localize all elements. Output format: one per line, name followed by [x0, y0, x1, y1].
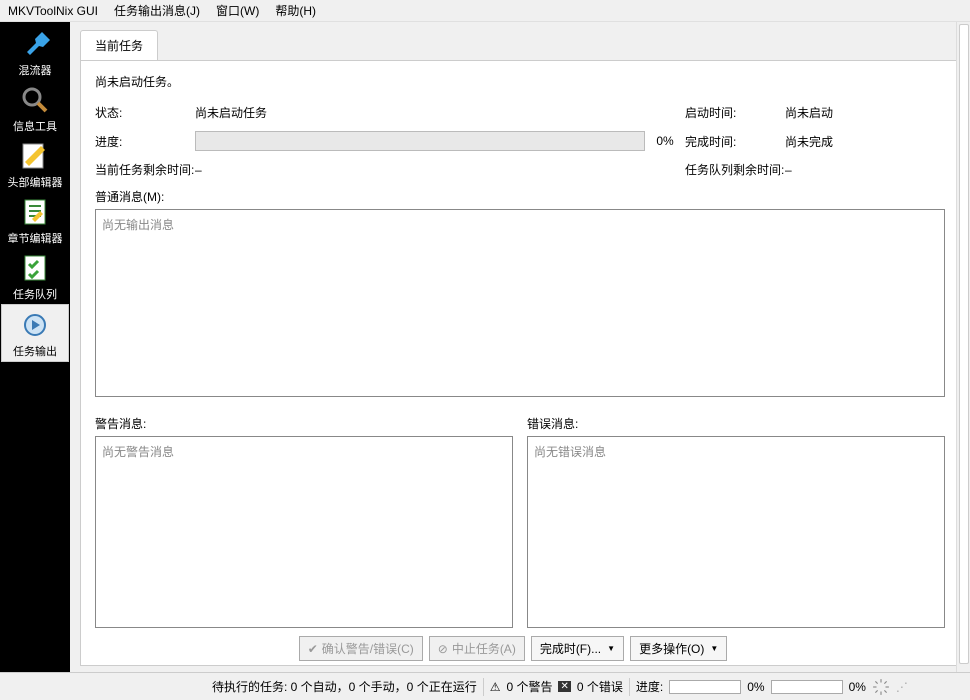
no-task-message: 尚未启动任务。 [95, 73, 945, 90]
warn-msg-box[interactable]: 尚无警告消息 [95, 436, 513, 628]
sidebar: 混流器 信息工具 头部编辑器 章节编辑器 任务队列 任务输出 [0, 22, 70, 672]
menu-help[interactable]: 帮助(H) [275, 2, 316, 19]
sidebar-item-job-output[interactable]: 任务输出 [1, 304, 69, 362]
sidebar-item-label: 混流器 [19, 62, 52, 78]
tab-body: 尚未启动任务。 状态: 尚未启动任务 启动时间: 尚未启动 进度: 0% 完成时… [80, 60, 960, 666]
tab-current-job[interactable]: 当前任务 [80, 30, 158, 60]
wrench-icon [19, 28, 51, 60]
menu-app[interactable]: MKVToolNix GUI [8, 4, 98, 18]
status-progress-bar-2 [771, 680, 843, 694]
menu-window[interactable]: 窗口(W) [216, 2, 259, 19]
queue-remain-label: 任务队列剩余时间: [685, 161, 785, 178]
status-progress-label: 进度: [636, 678, 663, 695]
warning-icon: ⚠ [490, 680, 501, 694]
progress-label: 进度: [95, 133, 195, 150]
scrollbar-thumb[interactable] [959, 24, 969, 664]
status-warnings: 0 个警告 [506, 678, 552, 695]
ack-warnings-button: ✔ 确认警告/错误(C) [299, 636, 423, 661]
spinner-icon [872, 678, 890, 696]
vertical-scrollbar[interactable] [956, 22, 970, 672]
queue-remain-value: – [785, 163, 885, 177]
resize-grip-icon[interactable]: ⋰ [896, 680, 908, 694]
chevron-down-icon: ▼ [607, 644, 615, 653]
on-finish-button[interactable]: 完成时(F)...▼ [531, 636, 624, 661]
sidebar-item-label: 任务输出 [13, 343, 57, 359]
normal-msg-label: 普通消息(M): [95, 188, 945, 205]
progress-bar [195, 131, 645, 151]
sidebar-item-label: 章节编辑器 [8, 230, 63, 246]
sidebar-item-label: 头部编辑器 [8, 174, 63, 190]
menu-job-output[interactable]: 任务输出消息(J) [114, 2, 200, 19]
chevron-down-icon: ▼ [710, 644, 718, 653]
sidebar-item-header-editor[interactable]: 头部编辑器 [1, 136, 69, 192]
sidebar-item-mux[interactable]: 混流器 [1, 24, 69, 80]
gear-play-icon [19, 309, 51, 341]
current-remain-value: – [195, 163, 645, 177]
status-value: 尚未启动任务 [195, 104, 645, 121]
start-time-label: 启动时间: [685, 104, 785, 121]
magnifier-icon [19, 84, 51, 116]
status-progress-pct-2: 0% [849, 680, 866, 694]
statusbar: 待执行的任务: 0 个自动，0 个手动，0 个正在运行 ⚠ 0 个警告 ✕ 0 … [0, 672, 970, 700]
sidebar-item-label: 信息工具 [13, 118, 57, 134]
menubar: MKVToolNix GUI 任务输出消息(J) 窗口(W) 帮助(H) [0, 0, 970, 22]
error-icon: ✕ [558, 681, 570, 692]
status-progress-pct-1: 0% [747, 680, 764, 694]
status-progress-bar-1 [669, 680, 741, 694]
finish-time-label: 完成时间: [685, 133, 785, 150]
sidebar-item-info[interactable]: 信息工具 [1, 80, 69, 136]
progress-percent: 0% [645, 134, 685, 148]
start-time-value: 尚未启动 [785, 104, 885, 121]
warn-label: 警告消息: [95, 415, 513, 432]
abort-job-button: ⊘ 中止任务(A) [429, 636, 525, 661]
sidebar-item-job-queue[interactable]: 任务队列 [1, 248, 69, 304]
status-pending-jobs: 待执行的任务: 0 个自动，0 个手动，0 个正在运行 [212, 678, 477, 695]
status-errors: 0 个错误 [577, 678, 623, 695]
content-area: 当前任务 尚未启动任务。 状态: 尚未启动任务 启动时间: 尚未启动 进度: 0… [70, 22, 970, 672]
checklist-icon [19, 252, 51, 284]
status-label: 状态: [95, 104, 195, 121]
notepad-icon [19, 196, 51, 228]
sidebar-item-chapter-editor[interactable]: 章节编辑器 [1, 192, 69, 248]
pencil-paper-icon [19, 140, 51, 172]
normal-msg-box[interactable]: 尚无输出消息 [95, 209, 945, 397]
stop-icon: ⊘ [438, 642, 448, 656]
finish-time-value: 尚未完成 [785, 133, 885, 150]
check-icon: ✔ [308, 642, 318, 656]
sidebar-item-label: 任务队列 [13, 286, 57, 302]
more-actions-button[interactable]: 更多操作(O)▼ [630, 636, 727, 661]
err-label: 错误消息: [527, 415, 945, 432]
current-remain-label: 当前任务剩余时间: [95, 161, 195, 178]
err-msg-box[interactable]: 尚无错误消息 [527, 436, 945, 628]
